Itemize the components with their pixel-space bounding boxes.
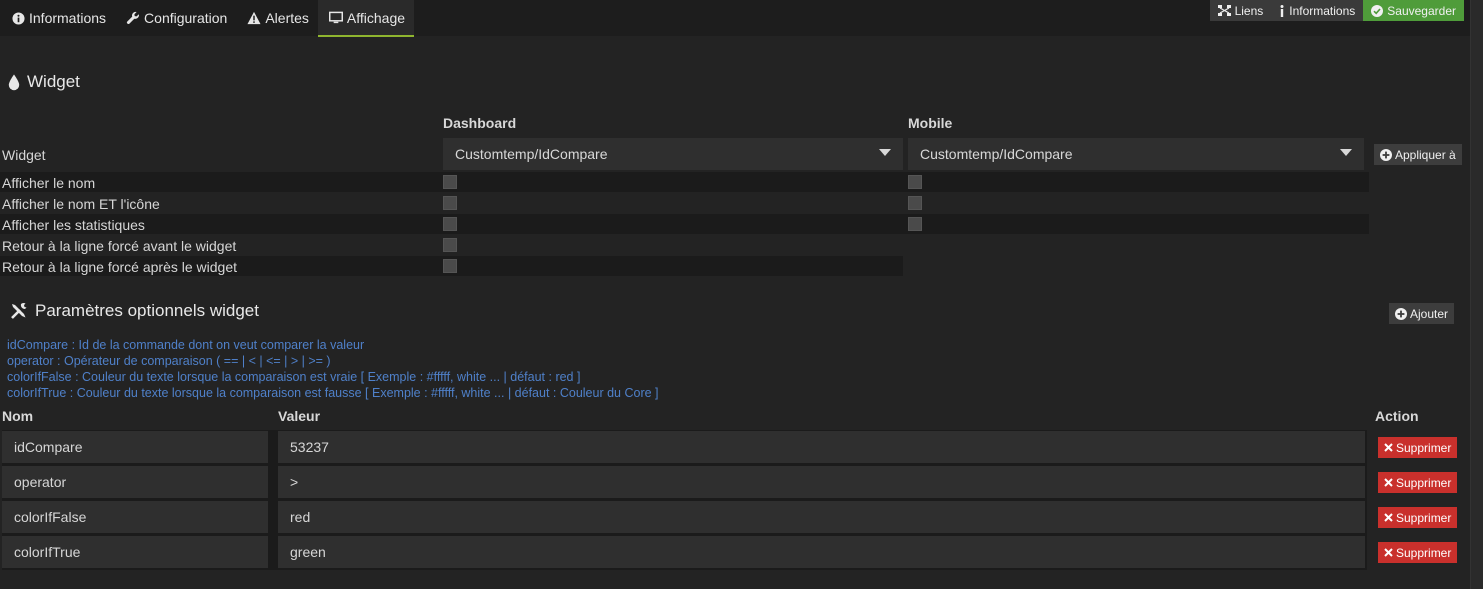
info-label: Informations [1289,3,1356,18]
tab-bar: Informations Configuration Alertes Affic… [0,0,415,37]
widget-section-title: Widget [8,72,80,92]
mobile-column-header: Mobile [908,115,953,131]
warning-icon [247,11,261,25]
option-row [0,214,1369,234]
info-button[interactable]: Informations [1271,0,1364,21]
show-name-icon-dashboard-checkbox[interactable] [443,196,457,210]
tint-icon [8,74,20,91]
times-icon [1384,478,1393,487]
links-button[interactable]: Liens [1209,0,1272,21]
dashboard-widget-select[interactable]: Customtemp/IdCompare [443,138,903,170]
params-section-title: Paramètres optionnels widget [10,301,259,321]
show-name-icon-label: Afficher le nom ET l'icône [2,196,160,212]
monitor-icon [328,11,343,25]
value-column-header: Valeur [278,408,321,424]
line-break-after-checkbox[interactable] [443,259,457,273]
param-name-field[interactable]: idCompare [2,431,268,463]
param-value-field[interactable]: 53237 [278,431,1365,463]
info-icon [1279,4,1285,17]
tab-alertes[interactable]: Alertes [236,0,318,36]
mobile-select-value: Customtemp/IdCompare [920,146,1073,162]
times-icon [1384,513,1393,522]
tools-icon [10,302,28,320]
show-name-dashboard-checkbox[interactable] [443,175,457,189]
help-line: colorIfTrue : Couleur du texte lorsque l… [7,386,659,400]
save-label: Sauvegarder [1387,3,1456,18]
param-value-field[interactable]: green [278,536,1365,568]
tab-label: Alertes [265,10,309,26]
caret-down-icon [1340,149,1352,156]
param-name-field[interactable]: colorIfFalse [2,501,268,533]
delete-param-button[interactable]: Supprimer [1378,542,1458,563]
plus-circle-icon [1395,307,1407,320]
tab-label: Informations [29,10,107,26]
help-line: colorIfFalse : Couleur du texte lorsque … [7,370,581,384]
add-param-button[interactable]: Ajouter [1389,303,1455,324]
tab-configuration[interactable]: Configuration [115,0,236,36]
apply-label: Appliquer à [1395,147,1456,162]
show-name-label: Afficher le nom [2,175,96,191]
show-name-icon-mobile-checkbox[interactable] [908,196,922,210]
param-value-field[interactable]: red [278,501,1365,533]
param-value-field[interactable]: > [278,466,1365,498]
tab-label: Configuration [144,10,228,26]
line-break-after-label: Retour à la ligne forcé après le widget [2,259,238,275]
show-stats-dashboard-checkbox[interactable] [443,217,457,231]
tab-affichage[interactable]: Affichage [317,0,415,37]
param-name-field[interactable]: operator [2,466,268,498]
delete-label: Supprimer [1396,545,1452,560]
show-stats-mobile-checkbox[interactable] [908,217,922,231]
check-circle-icon [1371,4,1384,17]
times-icon [1384,548,1393,557]
dashboard-select-value: Customtemp/IdCompare [455,146,608,162]
line-break-before-label: Retour à la ligne forcé avant le widget [2,238,237,254]
help-line: operator : Opérateur de comparaison ( ==… [7,354,331,368]
delete-param-button[interactable]: Supprimer [1378,472,1458,493]
sitemap-icon [1217,5,1231,16]
dashboard-column-header: Dashboard [443,115,517,131]
plus-circle-icon [1380,148,1392,161]
delete-label: Supprimer [1396,440,1452,455]
widget-title-text: Widget [27,72,80,91]
delete-label: Supprimer [1396,475,1452,490]
params-title-text: Paramètres optionnels widget [35,301,259,320]
action-column-header: Action [1375,408,1419,424]
mobile-widget-select[interactable]: Customtemp/IdCompare [908,138,1364,170]
top-actions: Liens Informations Sauvegarder [1209,0,1464,21]
show-stats-label: Afficher les statistiques [2,217,145,233]
delete-label: Supprimer [1396,510,1452,525]
delete-param-button[interactable]: Supprimer [1378,437,1458,458]
option-row [0,172,1369,192]
info-circle-icon [11,11,25,25]
apply-to-button[interactable]: Appliquer à [1374,144,1462,165]
save-button[interactable]: Sauvegarder [1363,0,1464,21]
param-name-field[interactable]: colorIfTrue [2,536,268,568]
times-icon [1384,443,1393,452]
caret-down-icon [879,149,891,156]
wrench-icon [126,11,140,25]
tab-label: Affichage [346,9,406,26]
show-name-mobile-checkbox[interactable] [908,175,922,189]
delete-param-button[interactable]: Supprimer [1378,507,1458,528]
add-label: Ajouter [1410,306,1449,321]
widget-label: Widget [2,147,46,163]
page-scrollbar[interactable] [1470,0,1483,589]
line-break-before-checkbox[interactable] [443,238,457,252]
params-help-text: idCompare : Id de la commande dont on ve… [7,337,659,401]
links-label: Liens [1234,3,1264,18]
tab-informations[interactable]: Informations [0,0,115,36]
help-line: idCompare : Id de la commande dont on ve… [7,338,365,352]
name-column-header: Nom [2,408,34,424]
